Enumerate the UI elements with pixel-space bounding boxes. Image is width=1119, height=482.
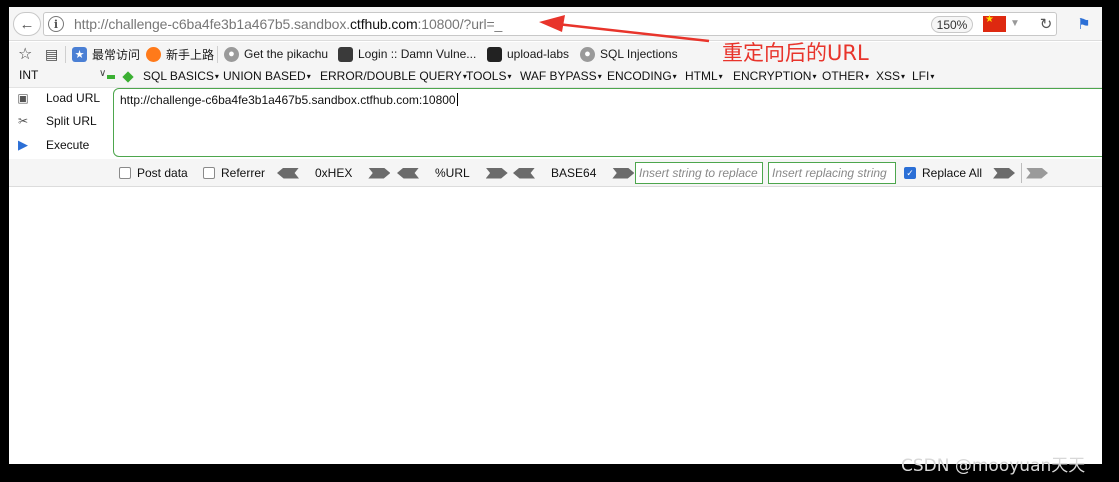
toolbar-divider <box>217 46 218 63</box>
frequent-icon: ★ <box>72 46 87 62</box>
chevron-down-icon: ∨ <box>99 68 107 79</box>
toolbar-divider <box>1021 163 1022 183</box>
bookmark-sql-injections[interactable]: ● SQL Injections <box>580 45 678 63</box>
extension-icon[interactable]: ⚑ <box>1075 14 1093 34</box>
referrer-checkbox[interactable]: Referrer <box>203 166 265 180</box>
firefox-icon <box>146 46 161 62</box>
menu-encoding[interactable]: ENCODING <box>607 69 677 83</box>
navigation-bar: ← i http://challenge-c6ba4fe3b1a467b5.sa… <box>9 7 1102 41</box>
check-icon: ✓ <box>904 167 916 179</box>
menu-sql-basics[interactable]: SQL BASICS <box>143 69 219 83</box>
dvwa-icon <box>338 46 353 62</box>
checkbox-box <box>119 167 131 179</box>
encode-arrow-icon[interactable] <box>368 167 391 179</box>
info-icon[interactable]: i <box>48 16 64 32</box>
encode-arrow-icon[interactable] <box>612 167 635 179</box>
bookmark-dvwa[interactable]: Login :: Damn Vulne... <box>338 45 476 63</box>
post-data-checkbox[interactable]: Post data <box>119 166 188 180</box>
star-icon[interactable]: ☆ <box>18 45 32 63</box>
url-label: %URL <box>435 166 470 180</box>
menu-html[interactable]: HTML <box>685 69 723 83</box>
menu-other[interactable]: OTHER <box>822 69 869 83</box>
hackbar-url-textarea[interactable]: http://challenge-c6ba4fe3b1a467b5.sandbo… <box>113 88 1102 157</box>
encode-arrow-icon[interactable] <box>485 167 508 179</box>
scissors-icon: ✂ <box>17 114 29 128</box>
globe-icon: ● <box>224 46 239 62</box>
watermark: CSDN @mooyuan天天 <box>901 456 1086 476</box>
hackbar-menu-bar: INT∨ SQL BASICS UNION BASED ERROR/DOUBLE… <box>9 66 1102 88</box>
menu-union-based[interactable]: UNION BASED <box>223 69 311 83</box>
type-select[interactable]: INT ∨ <box>19 68 107 82</box>
library-icon[interactable]: ▤ <box>45 45 58 63</box>
decode-arrow-icon[interactable] <box>397 167 419 179</box>
encode-arrow-icon <box>993 167 1015 179</box>
menu-tools[interactable]: TOOLS <box>466 69 511 83</box>
load-url-icon: ▣ <box>17 91 29 105</box>
collapse-icon[interactable] <box>107 75 115 79</box>
browser-window: ← i http://challenge-c6ba4fe3b1a467b5.sa… <box>9 7 1102 464</box>
replace-next-button[interactable] <box>1026 165 1048 181</box>
hex-encoder: 0xHEX <box>277 165 391 181</box>
decode-arrow-icon[interactable] <box>277 167 299 179</box>
address-url[interactable]: http://challenge-c6ba4fe3b1a467b5.sandbo… <box>74 16 502 32</box>
bookmark-frequent[interactable]: ★ 最常访问 <box>72 45 140 63</box>
globe-icon: ● <box>580 46 595 62</box>
menu-error-double-query[interactable]: ERROR/DOUBLE QUERY <box>320 69 467 83</box>
find-string-input[interactable]: Insert string to replace <box>635 162 763 184</box>
china-flag-icon[interactable] <box>983 14 1006 32</box>
base64-encoder: BASE64 <box>513 165 635 181</box>
menu-waf-bypass[interactable]: WAF BYPASS <box>520 69 602 83</box>
annotation-label: 重定向后的URL <box>722 41 869 65</box>
load-url-button[interactable]: ▣ Load URL <box>13 88 100 108</box>
decode-arrow-icon[interactable] <box>513 167 535 179</box>
checkbox-box <box>203 167 215 179</box>
menu-xss[interactable]: XSS <box>876 69 905 83</box>
reload-icon[interactable]: ↻ <box>1037 14 1055 34</box>
menu-encryption[interactable]: ENCRYPTION <box>733 69 816 83</box>
expand-icon[interactable] <box>122 71 134 83</box>
chevron-down-icon[interactable]: ▼ <box>1010 18 1020 29</box>
play-icon: ▶ <box>18 137 28 152</box>
hex-label: 0xHEX <box>315 166 353 180</box>
zoom-level-badge[interactable]: 150% <box>931 16 973 33</box>
folder-icon <box>487 46 502 62</box>
menu-lfi[interactable]: LFI <box>912 69 934 83</box>
replace-go-button[interactable] <box>993 165 1015 181</box>
base64-label: BASE64 <box>551 166 597 180</box>
bookmark-getting-started[interactable]: 新手上路 <box>146 45 214 63</box>
replace-string-input[interactable]: Insert replacing string <box>768 162 896 184</box>
bookmark-pikachu[interactable]: ● Get the pikachu <box>224 45 328 63</box>
hackbar-controls: Post data Referrer 0xHEX %URL BASE64 Ins… <box>9 159 1102 187</box>
address-bar[interactable]: i http://challenge-c6ba4fe3b1a467b5.sand… <box>43 12 1057 36</box>
url-encoder: %URL <box>397 165 508 181</box>
split-url-button[interactable]: ✂ Split URL <box>13 111 97 131</box>
back-arrow-icon[interactable]: ← <box>13 12 41 36</box>
bookmark-upload-labs[interactable]: upload-labs <box>487 45 569 63</box>
outline-arrow-icon <box>1026 167 1048 179</box>
bookmarks-toolbar: ☆ ▤ ★ 最常访问 新手上路 ● Get the pikachu Login ::… <box>9 42 1102 66</box>
execute-button[interactable]: ▶ Execute <box>13 135 89 155</box>
replace-all-checkbox[interactable]: ✓ Replace All <box>904 166 982 180</box>
toolbar-divider <box>65 46 66 63</box>
text-caret <box>456 93 458 106</box>
